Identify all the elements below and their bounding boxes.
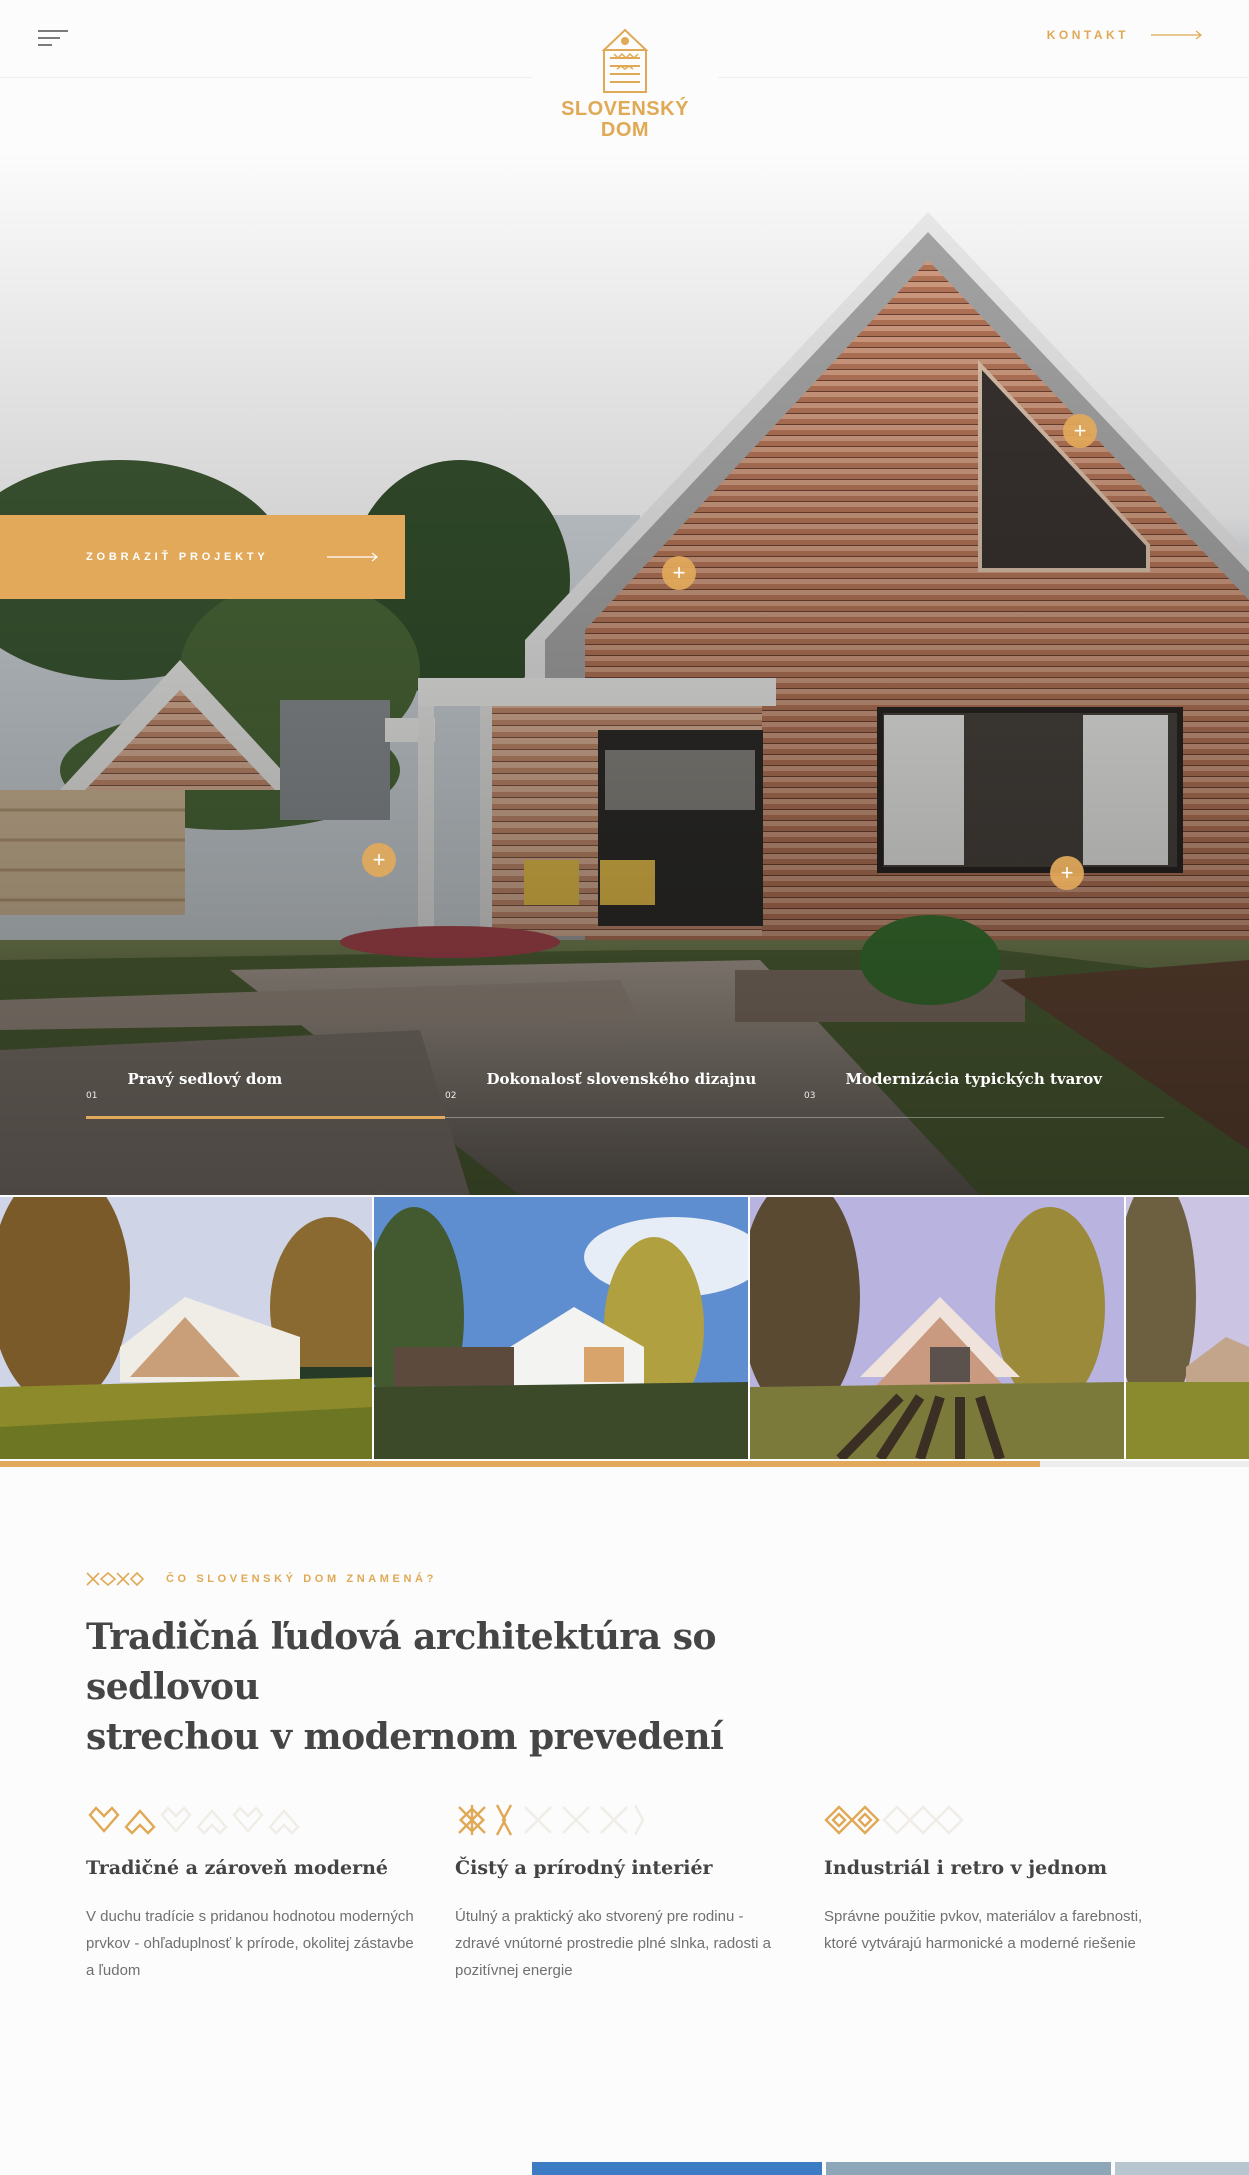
hero-house-image (0, 150, 1249, 1195)
slide-progress-active (86, 1116, 445, 1119)
arrow-right-icon (326, 552, 378, 562)
cross-ornament-icon (458, 1804, 645, 1836)
gallery-scrollbar[interactable] (0, 1461, 1249, 1467)
strip-image (1115, 2162, 1249, 2175)
gallery-thumbnail[interactable] (374, 1197, 748, 1459)
folk-ornament-icon (86, 1572, 144, 1586)
logo-line-2: DOM (600, 119, 650, 141)
slide-tab-2[interactable]: 02 Dokonalosť slovenského dizajnu (445, 1070, 757, 1101)
hero-slide-nav: 01 Pravý sedlový dom 02 Dokonalosť slove… (86, 1070, 1164, 1130)
arrow-right-icon (1151, 30, 1202, 40)
section-headline: Tradičná ľudová architektúra so sedlovou… (86, 1612, 846, 1762)
slide-number: 01 (86, 1091, 98, 1101)
section-eyebrow: ČO SLOVENSKÝ DOM ZNAMENÁ? (86, 1572, 437, 1586)
plus-icon[interactable]: + (1050, 856, 1084, 890)
heart-ornament-icon (88, 1806, 300, 1835)
gallery-thumbnail[interactable] (0, 1197, 372, 1459)
feature-description: Útulný a praktický ako stvorený pre rodi… (455, 1908, 772, 1979)
site-logo[interactable]: SLOVENSKÝ DOM (532, 0, 718, 150)
logo-line-1: SLOVENSKÝ (561, 98, 689, 120)
plus-icon[interactable]: + (1063, 414, 1097, 448)
section-eyebrow-label: ČO SLOVENSKÝ DOM ZNAMENÁ? (166, 1573, 437, 1585)
feature-description: V duchu tradície s pridanou hodnotou mod… (86, 1908, 414, 1979)
slide-tab-1[interactable]: 01 Pravý sedlový dom (86, 1070, 283, 1101)
strip-image (826, 2162, 1111, 2175)
slide-title: Pravý sedlový dom (127, 1070, 283, 1088)
feature-title: Čistý a prírodný interiér (455, 1857, 713, 1879)
contact-label: KONTAKT (1046, 28, 1129, 42)
gallery-thumbnail[interactable] (1126, 1197, 1249, 1459)
feature-card: Tradičné a zároveň moderné V duchu tradí… (86, 1803, 416, 1984)
feature-title: Industriál i retro v jednom (824, 1857, 1108, 1879)
diamond-ornament-icon (824, 1805, 964, 1835)
hamburger-icon[interactable] (38, 30, 68, 48)
show-projects-label: ZOBRAZIŤ PROJEKTY (86, 551, 269, 563)
contact-link[interactable]: KONTAKT (1047, 28, 1203, 42)
feature-description: Správne použitie pvkov, materiálov a far… (824, 1908, 1143, 1952)
slide-number: 03 (804, 1091, 816, 1101)
feature-title: Tradičné a zároveň moderné (86, 1857, 388, 1879)
gallery-scrollbar-thumb[interactable] (0, 1461, 1041, 1467)
headline-line-1: Tradičná ľudová architektúra so sedlovou (86, 1616, 717, 1708)
project-gallery (0, 1197, 1249, 1459)
plus-icon[interactable]: + (662, 556, 696, 590)
plus-icon[interactable]: + (362, 843, 396, 877)
headline-line-2: strechou v modernom prevedení (86, 1716, 724, 1758)
slide-tab-3[interactable]: 03 Modernizácia typických tvarov (804, 1070, 1102, 1101)
next-section-image-strip (532, 2162, 1249, 2175)
strip-image (532, 2162, 822, 2175)
slide-number: 02 (445, 1091, 457, 1101)
hero-section: ZOBRAZIŤ PROJEKTY + + + + 01 Pravý sedlo… (0, 150, 1249, 1195)
gallery-thumbnail[interactable] (750, 1197, 1124, 1459)
slide-title: Modernizácia typických tvarov (845, 1070, 1102, 1088)
slide-title: Dokonalosť slovenského dizajnu (486, 1070, 757, 1088)
show-projects-button[interactable]: ZOBRAZIŤ PROJEKTY (0, 515, 405, 599)
feature-card: Čistý a prírodný interiér Útulný a prakt… (455, 1803, 785, 1984)
folk-house-logo-icon (601, 28, 649, 93)
feature-card: Industriál i retro v jednom Správne použ… (824, 1803, 1154, 1957)
